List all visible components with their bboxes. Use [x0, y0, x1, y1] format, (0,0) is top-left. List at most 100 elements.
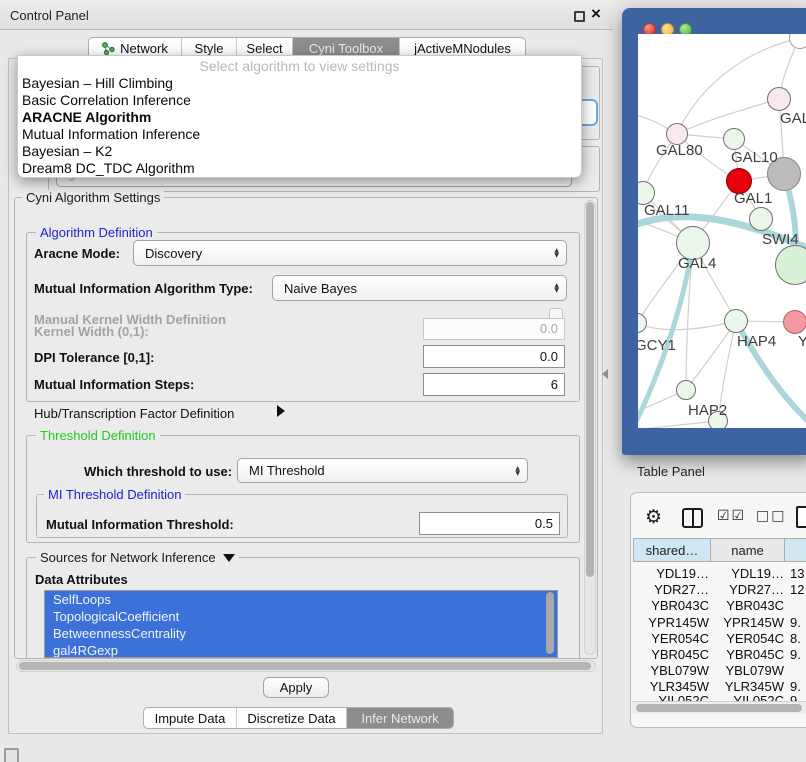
- network-node-hap2[interactable]: [676, 380, 696, 400]
- tab-label: Infer Network: [361, 711, 438, 726]
- tab-label: Network: [120, 41, 168, 56]
- aracne-mode-combobox[interactable]: Discovery ▲▼: [133, 240, 567, 266]
- table-cell[interactable]: 9.: [790, 693, 806, 701]
- expand-arrow-icon[interactable]: [277, 405, 285, 417]
- mi-threshold-label: Mutual Information Threshold:: [46, 517, 234, 532]
- table-hscrollbar-thumb[interactable]: [636, 704, 802, 712]
- panel-resize-handle[interactable]: [602, 369, 608, 379]
- dpi-tolerance-label: DPI Tolerance [0,1]:: [34, 350, 154, 365]
- sources-title: Sources for Network Inference: [36, 550, 239, 565]
- network-node-hap4[interactable]: [724, 309, 748, 333]
- node-label: SWI4: [762, 231, 799, 248]
- collapse-arrow-icon[interactable]: [223, 554, 235, 562]
- table-cell[interactable]: YER054C: [633, 631, 709, 647]
- collapsed-panel-icon[interactable]: [4, 748, 19, 762]
- tab-discretize-data[interactable]: Discretize Data: [236, 708, 346, 728]
- kernel-width-label: Kernel Width (0,1):: [34, 324, 149, 339]
- list-scrollbar-thumb[interactable]: [546, 592, 554, 654]
- algorithm-definition-title: Algorithm Definition: [36, 225, 157, 240]
- dpi-tolerance-input[interactable]: 0.0: [423, 345, 565, 368]
- node-label: GAL10: [731, 149, 778, 166]
- tab-label: Select: [246, 41, 282, 56]
- network-node-gal[interactable]: [767, 87, 791, 111]
- node-label: GAL: [780, 110, 806, 127]
- unchecked-boxes-icon[interactable]: □□: [756, 508, 786, 524]
- network-node-swi4[interactable]: [749, 207, 773, 231]
- column-header-partial[interactable]: [785, 538, 806, 562]
- tab-label: Impute Data: [155, 711, 226, 726]
- mi-type-label: Mutual Information Algorithm Type:: [34, 281, 253, 296]
- table-cell[interactable]: YDR27…: [711, 582, 784, 598]
- tab-infer-network[interactable]: Infer Network: [346, 708, 453, 728]
- menu-item-basic-correlation[interactable]: Basic Correlation Inference: [18, 92, 581, 109]
- settings-hscrollbar-thumb[interactable]: [19, 662, 591, 670]
- table-cell[interactable]: YDL19…: [711, 566, 784, 582]
- menu-item-bayesian-hill-climbing[interactable]: Bayesian – Hill Climbing: [18, 75, 581, 92]
- table-cell[interactable]: 9.: [790, 647, 806, 663]
- settings-scrollbar-thumb[interactable]: [586, 202, 594, 577]
- table-cell[interactable]: YDL19…: [633, 566, 709, 582]
- menu-item-dream8[interactable]: Dream8 DC_TDC Algorithm: [18, 160, 581, 177]
- column-header-name[interactable]: name: [711, 538, 785, 562]
- tab-label: Cyni Toolbox: [309, 41, 383, 56]
- close-icon[interactable]: ×: [591, 4, 601, 24]
- mi-threshold-title: MI Threshold Definition: [44, 487, 185, 502]
- list-item[interactable]: TopologicalCoefficient: [45, 608, 557, 625]
- control-panel-titlebar: Control Panel: [0, 0, 613, 30]
- mi-threshold-input[interactable]: 0.5: [419, 512, 560, 535]
- list-item[interactable]: gal4RGexp: [45, 642, 557, 658]
- apply-button[interactable]: Apply: [263, 677, 329, 698]
- dropdown-placeholder: Select algorithm to view settings: [18, 56, 581, 75]
- column-header-shared-name[interactable]: shared…: [633, 538, 711, 562]
- node-label: HAP4: [737, 333, 776, 350]
- menu-item-mutual-information[interactable]: Mutual Information Inference: [18, 126, 581, 143]
- table-cell[interactable]: YPR145W: [633, 615, 709, 631]
- table-cell[interactable]: YDR27…: [633, 582, 709, 598]
- table-cell[interactable]: YBL079W: [711, 663, 784, 679]
- gear-icon[interactable]: ⚙: [645, 506, 662, 528]
- table-cell[interactable]: YIL052C: [711, 693, 784, 701]
- list-item[interactable]: SelfLoops: [45, 591, 557, 608]
- table-cell[interactable]: [790, 598, 806, 614]
- table-cell[interactable]: [790, 663, 806, 679]
- float-window-icon[interactable]: [574, 11, 585, 22]
- table-cell[interactable]: YPR145W: [711, 615, 784, 631]
- node-label: GAL80: [656, 142, 703, 159]
- which-threshold-combobox[interactable]: MI Threshold ▲▼: [237, 458, 528, 483]
- network-node-gal10[interactable]: [723, 128, 745, 150]
- kernel-width-input[interactable]: 0.0: [423, 318, 565, 340]
- split-columns-icon[interactable]: [682, 508, 703, 528]
- data-attributes-label: Data Attributes: [35, 572, 128, 587]
- table-cell[interactable]: YER054C: [711, 631, 784, 647]
- table-cell[interactable]: 9.: [790, 615, 806, 631]
- table-cell[interactable]: YBR045C: [711, 647, 784, 663]
- table-cell[interactable]: YBL079W: [633, 663, 709, 679]
- data-attributes-list[interactable]: SelfLoops TopologicalCoefficient Between…: [44, 590, 558, 658]
- node-label: GCY1: [638, 337, 676, 354]
- table-cell[interactable]: 12: [790, 582, 806, 598]
- threshold-definition-title: Threshold Definition: [36, 428, 160, 443]
- menu-item-aracne[interactable]: ARACNE Algorithm: [18, 109, 581, 126]
- mi-type-combobox[interactable]: Naive Bayes ▲▼: [272, 275, 567, 301]
- network-node-salmon[interactable]: [783, 310, 806, 334]
- table-cell[interactable]: 13: [790, 566, 806, 582]
- tab-impute-data[interactable]: Impute Data: [144, 708, 236, 728]
- table-cell[interactable]: YBR043C: [633, 598, 709, 614]
- table-cell[interactable]: YBR045C: [633, 647, 709, 663]
- network-icon: [102, 42, 115, 55]
- aracne-mode-value: Discovery: [145, 246, 202, 261]
- mi-type-value: Naive Bayes: [284, 281, 357, 296]
- table-cell[interactable]: YIL052C: [633, 693, 709, 701]
- list-item[interactable]: BetweennessCentrality: [45, 625, 557, 642]
- network-canvas[interactable]: GAL GAL80 GAL10 GAL1 GAL11 SWI4 GAL4 GCY…: [638, 34, 806, 428]
- table-cell[interactable]: YBR043C: [711, 598, 784, 614]
- aracne-mode-label: Aracne Mode:: [34, 246, 120, 261]
- table-cell[interactable]: 8.: [790, 631, 806, 647]
- menu-item-bayesian-k2[interactable]: Bayesian – K2: [18, 143, 581, 160]
- document-icon[interactable]: [796, 506, 806, 528]
- mi-steps-input[interactable]: 6: [423, 373, 565, 396]
- checked-boxes-icon[interactable]: ☑☑: [717, 508, 746, 524]
- panel-title: Control Panel: [10, 8, 89, 23]
- which-threshold-value: MI Threshold: [249, 463, 325, 478]
- which-threshold-label: Which threshold to use:: [84, 464, 232, 479]
